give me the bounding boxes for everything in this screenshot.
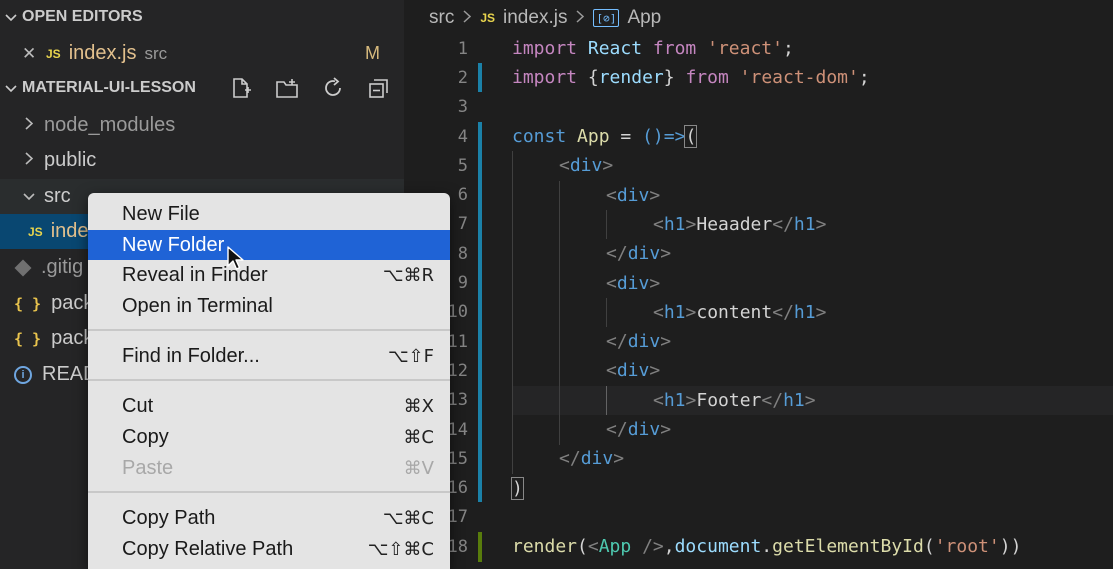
refresh-icon[interactable] bbox=[320, 75, 346, 101]
code-line: 6 <div> bbox=[404, 181, 1113, 210]
code-line: 13 <h1>Footer</h1> bbox=[404, 386, 1113, 415]
tree-item-node-modules[interactable]: node_modules bbox=[0, 108, 404, 143]
code-line: 15 </div> bbox=[404, 444, 1113, 473]
chevron-down-icon bbox=[18, 188, 40, 206]
code-line: 5 <div> bbox=[404, 151, 1113, 180]
code-line: 16 ) bbox=[404, 474, 1113, 503]
chevron-right-icon bbox=[18, 116, 40, 135]
code-line: 7 <h1>Heaader</h1> bbox=[404, 210, 1113, 239]
menu-item-find-in-folder[interactable]: Find in Folder... ⌥⇧F bbox=[88, 341, 450, 371]
new-file-icon[interactable] bbox=[228, 75, 254, 101]
modified-badge: M bbox=[365, 43, 380, 63]
menu-separator bbox=[88, 491, 450, 493]
json-file-icon: { } bbox=[14, 329, 42, 348]
menu-item-copy-path[interactable]: Copy Path ⌥⌘C bbox=[88, 503, 450, 533]
tree-item-label: inde bbox=[50, 220, 89, 242]
json-file-icon: { } bbox=[14, 294, 42, 313]
code-line: 11 </div> bbox=[404, 327, 1113, 356]
breadcrumb: src JS index.js [⊘] App bbox=[404, 0, 1113, 36]
project-title: MATERIAL-UI-LESSON bbox=[22, 79, 196, 96]
shortcut-label: ⌥⌘C bbox=[382, 507, 434, 529]
menu-item-cut[interactable]: Cut ⌘X bbox=[88, 391, 450, 421]
breadcrumb-file[interactable]: index.js bbox=[503, 7, 567, 29]
tree-item-public[interactable]: public bbox=[0, 143, 404, 178]
chevron-right-icon bbox=[463, 7, 472, 29]
js-file-icon: JS bbox=[28, 224, 43, 239]
code-line: 18 render(<App />,document.getElementByI… bbox=[404, 532, 1113, 561]
shortcut-label: ⌘V bbox=[403, 457, 434, 479]
code-line: 4 const App = ()=>( bbox=[404, 122, 1113, 151]
tree-item-label: node_modules bbox=[44, 114, 176, 136]
code-line: 12 <div> bbox=[404, 356, 1113, 385]
open-editor-folder: src bbox=[144, 43, 168, 63]
info-icon: i bbox=[14, 365, 32, 384]
menu-separator bbox=[88, 329, 450, 331]
close-icon[interactable]: ✕ bbox=[22, 44, 46, 64]
code-line: 1 import React from 'react'; bbox=[404, 34, 1113, 63]
line-number: 4 bbox=[457, 126, 468, 147]
menu-separator bbox=[88, 379, 450, 381]
tree-item-label: public bbox=[44, 149, 97, 171]
new-folder-icon[interactable] bbox=[274, 75, 300, 101]
js-file-icon: JS bbox=[480, 11, 496, 25]
shortcut-label: ⌥⇧F bbox=[387, 345, 434, 367]
code-editor[interactable]: src JS index.js [⊘] App 1 import React f… bbox=[404, 0, 1113, 569]
code-line: 10 <h1>content</h1> bbox=[404, 298, 1113, 327]
git-file-icon bbox=[14, 259, 32, 276]
shortcut-label: ⌘C bbox=[403, 426, 434, 448]
menu-item-copy[interactable]: Copy ⌘C bbox=[88, 422, 450, 452]
context-menu: New File New Folder Reveal in Finder ⌥⌘R… bbox=[88, 193, 450, 569]
shortcut-label: ⌥⌘R bbox=[382, 264, 434, 286]
project-header[interactable]: MATERIAL-UI-LESSON bbox=[0, 71, 404, 105]
open-editors-header[interactable]: OPEN EDITORS bbox=[0, 0, 404, 34]
line-number: 3 bbox=[457, 97, 468, 118]
menu-item-new-file[interactable]: New File bbox=[88, 199, 450, 229]
tree-item-label: pack bbox=[51, 327, 94, 349]
tree-item-label: src bbox=[44, 185, 71, 207]
tree-item-label: pack bbox=[51, 292, 94, 314]
chevron-right-icon bbox=[18, 151, 40, 170]
js-file-icon: JS bbox=[46, 46, 61, 61]
code-line: 14 </div> bbox=[404, 415, 1113, 444]
chevron-down-icon bbox=[0, 10, 22, 25]
open-editors-title: OPEN EDITORS bbox=[22, 8, 143, 25]
code-line: 3 bbox=[404, 93, 1113, 122]
chevron-down-icon bbox=[0, 81, 22, 96]
menu-item-paste: Paste ⌘V bbox=[122, 456, 434, 479]
code-line: 9 <div> bbox=[404, 268, 1113, 297]
code-line: 2 import {render} from 'react-dom'; bbox=[404, 63, 1113, 92]
code-line: 8 </div> bbox=[404, 239, 1113, 268]
line-number: 5 bbox=[457, 155, 468, 176]
collapse-all-icon[interactable] bbox=[366, 75, 392, 101]
menu-item-new-folder[interactable]: New Folder bbox=[88, 230, 450, 260]
mouse-pointer-icon bbox=[227, 246, 244, 270]
line-number: 1 bbox=[457, 38, 468, 59]
open-editor-item[interactable]: ✕ JS index.js src M bbox=[0, 36, 404, 71]
breadcrumb-symbol[interactable]: App bbox=[627, 7, 661, 29]
shortcut-label: ⌥⇧⌘C bbox=[367, 538, 434, 560]
tree-item-label: .gitig bbox=[41, 256, 84, 278]
menu-item-open-in-terminal[interactable]: Open in Terminal bbox=[88, 291, 450, 321]
symbol-variable-icon: [⊘] bbox=[593, 9, 620, 27]
shortcut-label: ⌘X bbox=[403, 395, 434, 417]
breadcrumb-folder[interactable]: src bbox=[429, 7, 454, 29]
line-number: 2 bbox=[457, 67, 468, 88]
menu-item-reveal-in-finder[interactable]: Reveal in Finder ⌥⌘R bbox=[88, 260, 450, 290]
open-editor-filename: index.js bbox=[68, 42, 137, 64]
menu-item-copy-relative-path[interactable]: Copy Relative Path ⌥⇧⌘C bbox=[88, 534, 450, 564]
code-line: 17 bbox=[404, 503, 1113, 532]
chevron-right-icon bbox=[576, 7, 585, 29]
